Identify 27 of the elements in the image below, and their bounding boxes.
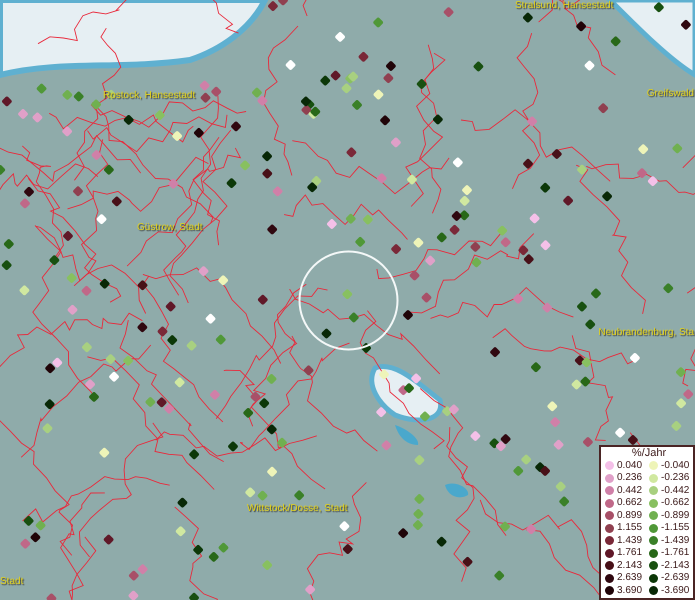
legend-label: 0.236 — [617, 472, 642, 484]
legend-label: 2.143 — [617, 560, 642, 572]
legend-label: 0.899 — [617, 510, 642, 522]
legend-label: -3.690 — [661, 584, 690, 597]
legend-label: -0.662 — [661, 497, 690, 510]
legend-label: 3.690 — [617, 584, 642, 597]
legend-label: 1.439 — [617, 534, 642, 547]
legend-label: -0.040 — [661, 460, 690, 472]
place-label: Stadt — [0, 576, 24, 588]
legend-label: -2.639 — [661, 572, 690, 584]
place-label: Neubrandenburg, Sta — [598, 327, 694, 339]
place-label: Greifswald — [646, 88, 694, 100]
legend-label: 1.155 — [617, 522, 642, 534]
place-label: Wittstock/Dosse, Stadt — [247, 503, 348, 515]
legend-label: -1.155 — [661, 522, 690, 534]
legend-label: -2.143 — [661, 560, 690, 572]
legend-label: 1.761 — [617, 547, 642, 560]
legend-label: 0.442 — [617, 484, 642, 497]
legend-label: -0.236 — [661, 472, 690, 484]
legend-label: 0.662 — [617, 497, 642, 510]
legend-label: -0.899 — [661, 510, 690, 522]
legend-label: 2.639 — [617, 572, 642, 584]
legend-label: 0.040 — [617, 460, 642, 472]
legend-label: -1.439 — [661, 534, 690, 547]
legend-label: -0.442 — [661, 484, 690, 497]
legend-title: %/Jahr — [630, 446, 668, 460]
legend-label: -1.761 — [661, 547, 690, 560]
